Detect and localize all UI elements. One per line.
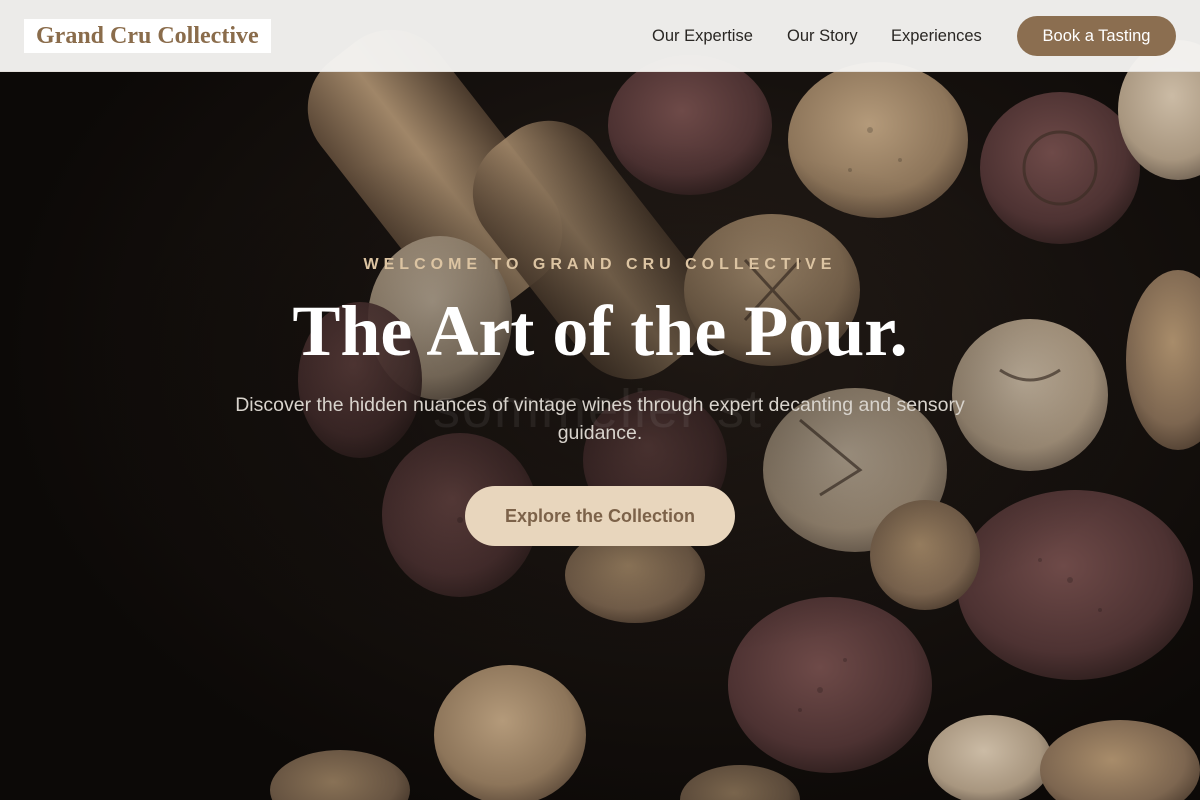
site-header: Grand Cru Collective Our Expertise Our S… [0,0,1200,72]
hero-section: sommelier st WELCOME TO GRAND CRU COLLEC… [0,0,1200,800]
book-tasting-button[interactable]: Book a Tasting [1017,16,1176,56]
explore-collection-button[interactable]: Explore the Collection [465,486,735,546]
hero-subtitle: Discover the hidden nuances of vintage w… [235,394,965,444]
hero-eyebrow: WELCOME TO GRAND CRU COLLECTIVE [363,256,837,273]
nav-link-experiences[interactable]: Experiences [891,24,982,48]
hero-headline: The Art of the Pour. [292,291,908,371]
nav-link-our-story[interactable]: Our Story [787,24,858,48]
brand-logo[interactable]: Grand Cru Collective [24,19,271,53]
nav-link-our-expertise[interactable]: Our Expertise [652,24,753,48]
